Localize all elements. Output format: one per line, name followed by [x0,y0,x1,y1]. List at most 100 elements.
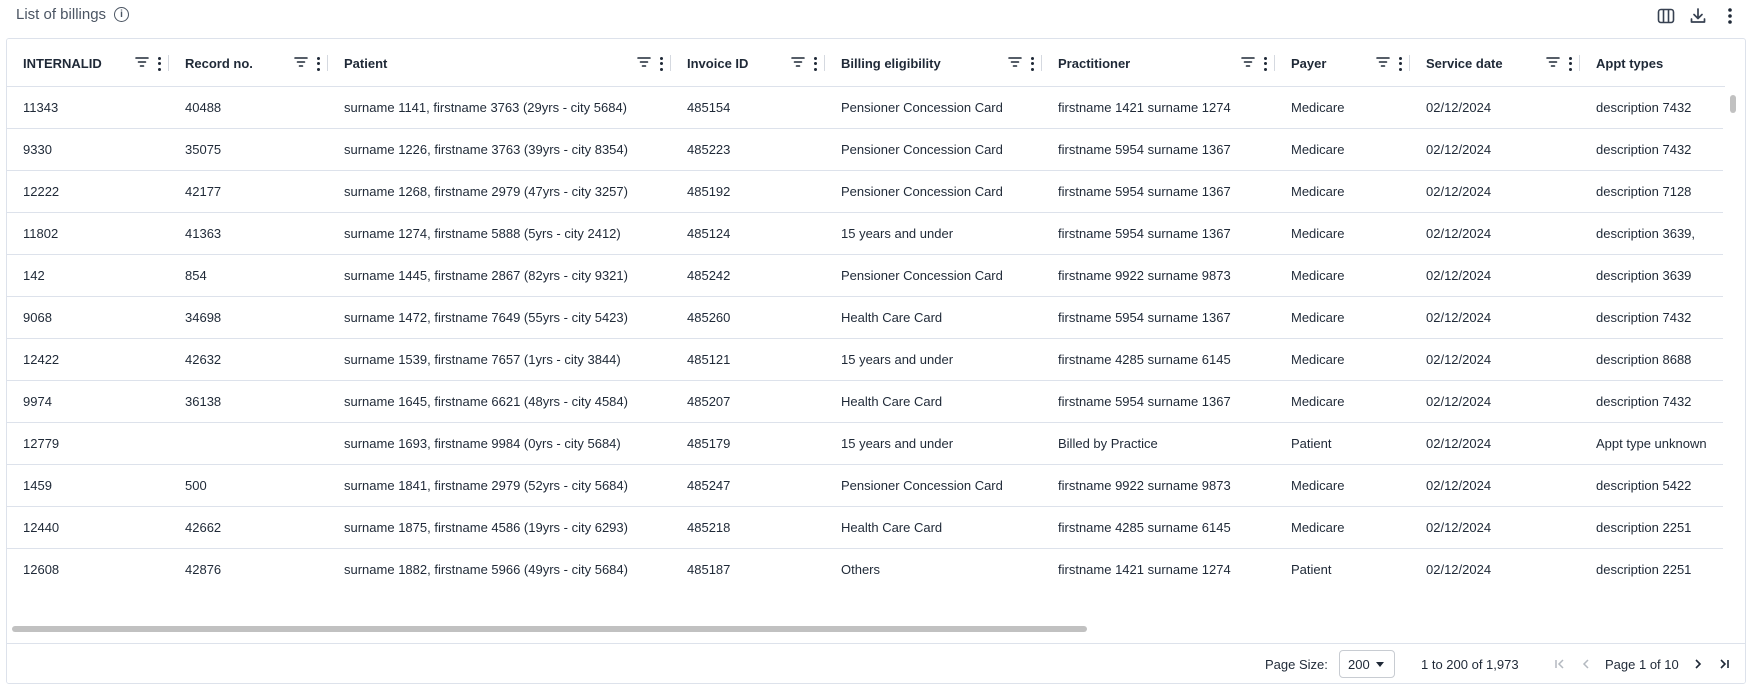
filter-icon[interactable] [1008,55,1022,72]
column-menu-icon[interactable] [157,56,161,71]
page-description: Page 1 of 10 [1605,656,1679,672]
table-cell: Medicare [1291,142,1345,157]
table-cell: 485247 [687,478,731,493]
table-cell: Others [841,562,881,577]
filter-icon[interactable] [1241,55,1255,72]
first-page-icon[interactable] [1547,652,1573,676]
table-cell: Health Care Card [841,520,943,535]
table-cell: firstname 1421 surname 1274 [1058,562,1231,577]
table-cell: 12608 [23,562,60,577]
table-cell: Medicare [1291,184,1345,199]
column-header-0[interactable]: INTERNALID [7,39,169,87]
table-cell: 02/12/2024 [1426,184,1492,199]
filter-icon[interactable] [637,55,651,72]
table-cell: firstname 4285 surname 6145 [1058,352,1231,367]
table-cell: description 7432 [1596,394,1692,409]
table-row[interactable]: 9068 34698 surname 1472, firstname 7649 (5… [7,297,1725,339]
download-icon[interactable] [1688,6,1708,26]
vertical-scrollbar[interactable] [1723,87,1745,585]
table-cell: Health Care Card [841,394,943,409]
column-menu-icon[interactable] [659,56,663,71]
column-header-6[interactable]: Payer [1275,39,1410,87]
filter-icon[interactable] [1546,55,1560,72]
column-menu-icon[interactable] [813,56,817,71]
previous-page-icon[interactable] [1573,652,1599,676]
table-cell: 485154 [687,100,731,115]
last-page-icon[interactable] [1711,652,1737,676]
filter-icon[interactable] [135,55,149,72]
table-cell: surname 1645, firstname 6621 (48yrs - ci… [344,394,628,409]
table-cell: 485192 [687,184,731,199]
table-cell: 02/12/2024 [1426,352,1492,367]
column-menu-icon[interactable] [1263,56,1267,71]
column-header-3[interactable]: Invoice ID [671,39,825,87]
column-header-label: INTERNALID [23,55,102,71]
table-cell: 02/12/2024 [1426,100,1492,115]
column-header-7[interactable]: Service date [1410,39,1580,87]
column-menu-icon[interactable] [1030,56,1034,71]
info-icon[interactable]: i [114,7,130,22]
table-cell: Health Care Card [841,310,943,325]
page-size-select[interactable]: 200 [1339,650,1395,678]
caret-down-icon [1376,662,1384,667]
column-header-label: Appt types [1596,55,1664,71]
table-cell: Pensioner Concession Card [841,142,1003,157]
page-title: List of billings [16,6,107,23]
column-header-2[interactable]: Patient [328,39,671,87]
pagination-bar: Page Size: 200 1 to 200 of 1,973 Page 1 … [7,643,1745,683]
table-row[interactable]: 9330 35075 surname 1226, firstname 3763 (3… [7,129,1725,171]
table-row[interactable]: 9974 36138 surname 1645, firstname 6621 (4… [7,381,1725,423]
table-cell: description 2251 [1596,520,1692,535]
table-cell: Pensioner Concession Card [841,268,1003,283]
table-cell: 11802 [23,226,59,241]
table-cell: 9974 [23,394,52,409]
table-cell: 02/12/2024 [1426,310,1492,325]
table-row[interactable]: 12608 42876 surname 1882, firstname 5966 (… [7,549,1725,585]
table-cell: surname 1141, firstname 3763 (29yrs - ci… [344,100,628,115]
column-header-4[interactable]: Billing eligibility [825,39,1042,87]
filter-icon[interactable] [1376,55,1390,72]
table-cell: 485223 [687,142,731,157]
column-header-1[interactable]: Record no. [169,39,328,87]
filter-icon[interactable] [294,55,308,72]
more-vertical-icon[interactable] [1720,6,1740,26]
next-page-icon[interactable] [1685,652,1711,676]
table-cell: Medicare [1291,478,1345,493]
table-cell: 12440 [23,520,60,535]
table-cell: 02/12/2024 [1426,268,1492,283]
horizontal-scrollbar-thumb[interactable] [12,626,1087,632]
column-header-actions [1546,55,1572,72]
table-cell: 485187 [687,562,731,577]
table-cell: 9068 [23,310,52,325]
columns-icon[interactable] [1656,6,1676,26]
column-header-5[interactable]: Practitioner [1042,39,1275,87]
table-cell [169,423,328,464]
table-cell: surname 1445, firstname 2867 (82yrs - ci… [344,268,628,283]
table-row[interactable]: 11343 40488 surname 1141, firstname 3763 (… [7,87,1725,129]
table-cell: 15 years and under [841,436,954,451]
column-menu-icon[interactable] [1568,56,1572,71]
table-cell: firstname 5954 surname 1367 [1058,310,1231,325]
table-row[interactable]: 12440 42662 surname 1875, firstname 4586 (… [7,507,1725,549]
filter-icon[interactable] [791,55,805,72]
table-row[interactable]: 1459 500 surname 1841, firstname 2979 (52y… [7,465,1725,507]
table-row[interactable]: 12222 42177 surname 1268, firstname 2979 (… [7,171,1725,213]
column-header-8[interactable]: Appt types [1580,39,1725,87]
table-cell: Appt type unknown [1596,436,1707,451]
column-header-label: Practitioner [1058,55,1131,71]
table-row[interactable]: 12779 surname 1693, firstname 9984 (0yrs … [7,423,1725,465]
table-cell: 142 [23,268,45,283]
page-title-wrap: List of billings i [16,6,130,23]
column-header-label: Payer [1291,55,1327,71]
vertical-scrollbar-thumb[interactable] [1730,95,1736,113]
table-row[interactable]: 142 854 surname 1445, firstname 2867 (82yr… [7,255,1725,297]
table-cell: surname 1268, firstname 2979 (47yrs - ci… [344,184,628,199]
horizontal-scrollbar[interactable] [7,623,1745,635]
table-cell: 500 [185,478,207,493]
table-cell: surname 1472, firstname 7649 (55yrs - ci… [344,310,628,325]
column-menu-icon[interactable] [1398,56,1402,71]
column-menu-icon[interactable] [316,56,320,71]
table-row[interactable]: 11802 41363 surname 1274, firstname 5888 (… [7,213,1725,255]
table-row[interactable]: 12422 42632 surname 1539, firstname 7657 (… [7,339,1725,381]
table-cell: 02/12/2024 [1426,226,1492,241]
